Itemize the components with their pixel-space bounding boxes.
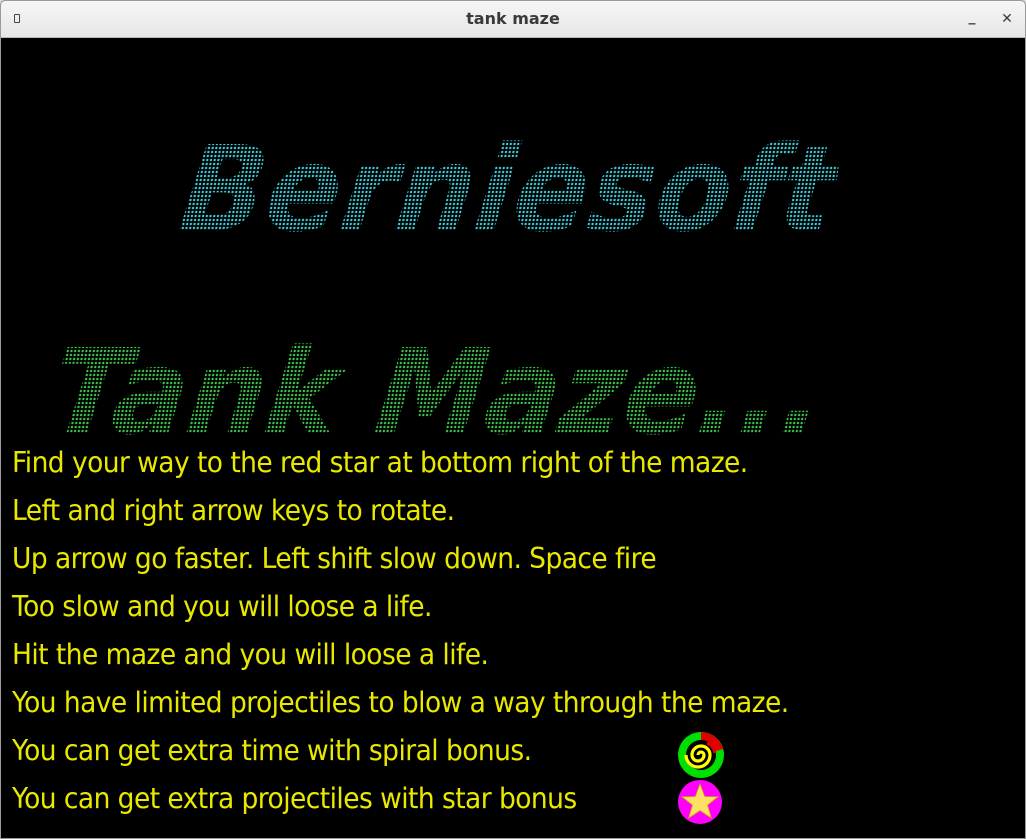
star-bonus-icon [678, 780, 722, 824]
window-title: tank maze [466, 9, 560, 28]
company-logo: Berniesoft [173, 120, 845, 258]
instruction-line: You can get extra time with spiral bonus… [12, 734, 532, 767]
spiral-bonus-icon [678, 732, 724, 778]
instruction-line: Up arrow go faster. Left shift slow down… [12, 542, 657, 575]
minimize-button[interactable]: _ [960, 5, 984, 29]
title-bar[interactable]: tank maze _ ✕ [1, 1, 1025, 38]
instruction-line: Too slow and you will loose a life. [12, 590, 432, 623]
game-canvas[interactable]: Berniesoft Tank Maze... Find your way to… [1, 38, 1025, 838]
instruction-line: Find your way to the red star at bottom … [12, 446, 748, 479]
instruction-line: You have limited projectiles to blow a w… [12, 686, 789, 719]
instruction-line: Hit the maze and you will loose a life. [12, 638, 489, 671]
instruction-line: Left and right arrow keys to rotate. [12, 494, 455, 527]
app-window: tank maze _ ✕ Berniesoft Tank Maze... Fi… [0, 0, 1026, 839]
close-button[interactable]: ✕ [995, 7, 1019, 31]
game-title-logo: Tank Maze... [43, 323, 835, 461]
instruction-line: You can get extra projectiles with star … [12, 782, 577, 815]
